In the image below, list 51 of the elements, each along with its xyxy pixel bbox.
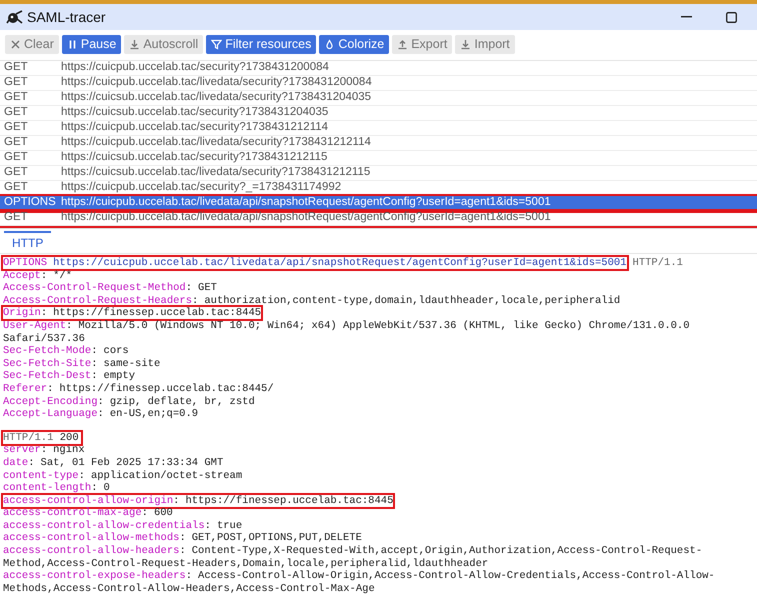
header-line: Accept-Language: en-US,en;q=0.9 xyxy=(3,408,198,420)
download-icon xyxy=(460,39,472,50)
header-line: Sec-Fetch-Dest: empty xyxy=(3,370,136,382)
tab[interactable]: HTTP xyxy=(4,231,52,253)
header-line: Accept: */* xyxy=(3,270,72,282)
upload-icon xyxy=(397,39,408,50)
request-row[interactable]: GET https://cuicpub.uccelab.tac/livedata/security?1738431212114 xyxy=(0,136,757,151)
toolbar-button[interactable]: Autoscroll xyxy=(124,35,204,54)
window-title: SAML-tracer xyxy=(27,8,106,26)
header-line: access-control-allow-methods: GET,POST,OPTIONS,PUT,DELETE xyxy=(3,532,362,544)
header-line: content-type: application/octet-stream xyxy=(3,470,242,482)
header-line: access-control-allow-origin: https://finessep.uccelab.tac:8445 xyxy=(3,494,394,507)
toolbar-button[interactable]: Export xyxy=(392,35,452,54)
toolbar-button[interactable]: Filter resources xyxy=(206,35,316,54)
close-icon xyxy=(10,39,21,50)
toolbar-button[interactable]: Clear xyxy=(5,35,59,54)
header-line: Sec-Fetch-Mode: cors xyxy=(3,345,129,358)
request-row[interactable]: GET https://cuicpub.uccelab.tac/livedata/security?1738431200084 xyxy=(0,76,757,91)
toolbar-button[interactable]: Colorize xyxy=(319,35,390,54)
minimize-icon[interactable] xyxy=(681,16,692,18)
request-row[interactable]: GET https://cuicpub.uccelab.tac/livedata/api/snapshotRequest/agentConfig?userId=agent1&ids=5001 xyxy=(0,211,757,226)
header-line: Accept-Encoding: gzip, deflate, br, zstd xyxy=(3,396,255,408)
header-line: access-control-max-age: 600 xyxy=(3,507,173,520)
header-line: access-control-allow-headers: Content-Type,X-Requested-With,accept,Origin,Authorization,Access-Control-Request-Method,Access-Control-Request-Headers,Domain,locale,peripheralid,ldauthheader xyxy=(3,545,702,570)
header-line: Sec-Fetch-Site: same-site xyxy=(3,358,160,370)
header-line: Referer: https://finessep.uccelab.tac:8445/ xyxy=(3,382,274,395)
request-method-and-url: OPTIONS https://cuicpub.uccelab.tac/livedata/api/snapshotRequest/agentConfig?userId=agent1&ids=5001 xyxy=(3,257,627,269)
drop-icon xyxy=(324,39,336,50)
header-line: access-control-allow-credentials: true xyxy=(3,520,242,532)
tracer-logo-icon xyxy=(6,10,23,24)
filter-icon xyxy=(211,39,222,50)
toolbar-button[interactable]: Pause xyxy=(62,35,122,54)
request-row[interactable]: GET https://cuicsub.uccelab.tac/security?1738431204035 xyxy=(0,106,757,121)
toolbar-button[interactable]: Import xyxy=(455,35,515,54)
header-line: Origin: https://finessep.uccelab.tac:8445 xyxy=(3,307,262,320)
request-row[interactable]: GET https://cuicpub.uccelab.tac/security?1738431212114 xyxy=(0,121,757,136)
pause-icon xyxy=(66,39,78,50)
header-line: Access-Control-Request-Method: GET xyxy=(3,282,217,294)
download-icon xyxy=(129,39,140,50)
header-line: Access-Control-Request-Headers: authorization,content-type,domain,ldauthheader,locale,peripheralid xyxy=(3,294,620,307)
request-row[interactable]: GET https://cuicsub.uccelab.tac/livedata/security?1738431204035 xyxy=(0,91,757,106)
request-row[interactable]: GET https://cuicsub.uccelab.tac/livedata/security?1738431212115 xyxy=(0,166,757,181)
maximize-icon[interactable] xyxy=(726,12,737,22)
header-line: content-length: 0 xyxy=(3,482,110,494)
request-row[interactable]: GET https://cuicsub.uccelab.tac/security?1738431212115 xyxy=(0,151,757,166)
header-line: access-control-expose-headers: Access-Control-Allow-Origin,Access-Control-Allow-Credentials,Access-Control-Allow-Methods,Access-Control-Allow-Headers,Access-Control-Max-Age xyxy=(3,570,715,595)
http-version: HTTP/1.1 xyxy=(632,257,683,269)
request-row[interactable]: GET https://cuicpub.uccelab.tac/security?1738431200084 xyxy=(0,61,757,76)
header-line: date: Sat, 01 Feb 2025 17:33:34 GMT xyxy=(3,456,224,469)
status-line: HTTP/1.1 200 xyxy=(3,432,81,444)
header-line: server: nginx xyxy=(3,444,85,456)
